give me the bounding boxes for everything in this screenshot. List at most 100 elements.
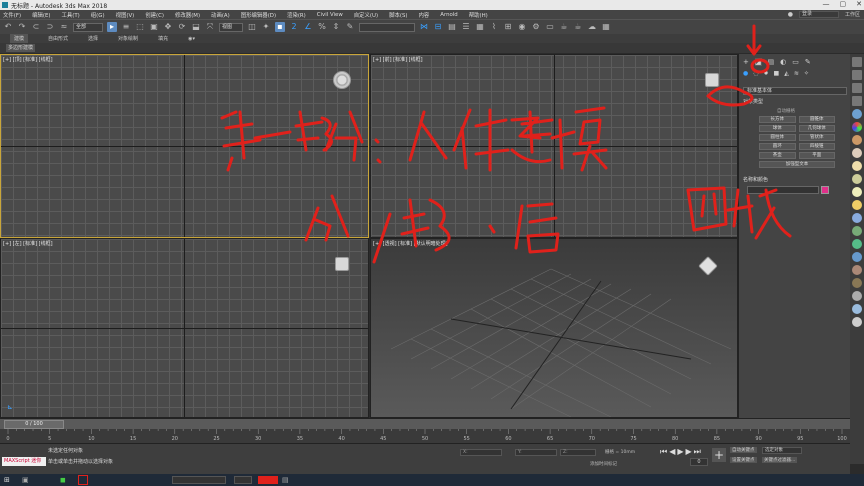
toggle-layer-explorer-icon[interactable]: ☰ <box>461 22 471 32</box>
textplus-button[interactable]: 加强型文本 <box>759 161 835 168</box>
redo-icon[interactable]: ↷ <box>17 22 27 32</box>
pivot-center-icon[interactable]: ◫ <box>247 22 257 32</box>
modify-tab-icon[interactable]: ◪ <box>754 58 762 66</box>
track-bar[interactable]: 0 5 10 15 20 25 30 35 40 45 50 55 60 65 70 75 80 85 90 95 10… <box>0 429 850 443</box>
pen-color-swatch[interactable] <box>258 476 278 484</box>
shapes-icon[interactable]: ◌ <box>753 70 758 77</box>
menu-help[interactable]: 帮助(H) <box>469 11 488 19</box>
shaded-sphere-icon[interactable] <box>852 109 862 119</box>
scale-icon[interactable]: ⬓ <box>191 22 201 32</box>
material-icon[interactable] <box>852 135 862 145</box>
material-icon[interactable] <box>852 239 862 249</box>
rect-selection-icon[interactable]: ⬚ <box>135 22 145 32</box>
tube-button[interactable]: 管状体 <box>798 134 835 141</box>
snap-toggle-icon[interactable]: 2 <box>289 22 299 32</box>
render-iterative-icon[interactable]: ☕ <box>573 22 583 32</box>
taskbar-app-icon[interactable]: ▤ <box>282 476 289 484</box>
undo-icon[interactable]: ↶ <box>3 22 13 32</box>
rotate-icon[interactable]: ⟳ <box>177 22 187 32</box>
close-button[interactable]: ✕ <box>856 0 862 8</box>
box-button[interactable]: 长方体 <box>759 116 796 123</box>
maxscript-listener[interactable]: MAXScript 迷你 <box>2 457 46 466</box>
set-key-button[interactable]: 设置关键点 <box>730 457 757 463</box>
material-icon[interactable] <box>852 161 862 171</box>
rollout-object-type[interactable]: 对象类型 <box>743 98 763 105</box>
menu-animation[interactable]: 动画(A) <box>211 11 230 19</box>
time-slider[interactable]: 0 / 100 <box>0 418 850 429</box>
material-icon[interactable] <box>852 187 862 197</box>
menu-rendering[interactable]: 渲染(R) <box>287 11 306 19</box>
select-by-name-icon[interactable]: ≡ <box>121 22 131 32</box>
teapot-button[interactable]: 茶壶 <box>759 152 796 159</box>
current-frame-field[interactable]: 0 <box>690 458 708 466</box>
menu-views[interactable]: 视图(V) <box>116 11 135 19</box>
material-icon[interactable] <box>852 278 862 288</box>
start-icon[interactable]: ⊞ <box>4 476 10 484</box>
viewport-label-front[interactable]: [+] [前] [标准] [线框] <box>373 56 423 63</box>
dock-icon[interactable] <box>852 83 862 93</box>
cameras-icon[interactable]: ■ <box>774 70 780 77</box>
playback-controls[interactable]: ⏮◀▶▶⏭ <box>660 447 703 457</box>
tab-modeling[interactable]: 建模 <box>10 34 29 43</box>
move-icon[interactable]: ✥ <box>163 22 173 32</box>
unlink-icon[interactable]: ⊃ <box>45 22 55 32</box>
minimize-button[interactable]: — <box>823 0 830 8</box>
systems-icon[interactable]: ✧ <box>804 70 809 77</box>
menu-create[interactable]: 创建(C) <box>145 11 164 19</box>
add-time-tag[interactable]: 添加时间标记 <box>590 461 617 467</box>
time-slider-knob[interactable]: 0 / 100 <box>4 420 64 429</box>
material-icon[interactable] <box>852 226 862 236</box>
viewcube-icon[interactable] <box>335 257 349 271</box>
object-name-field[interactable] <box>747 186 819 194</box>
material-icon[interactable] <box>852 252 862 262</box>
angle-snap-icon[interactable]: ∠ <box>303 22 313 32</box>
ribbon-toggle-icon[interactable]: ◉▾ <box>188 36 195 42</box>
reference-coord-dropdown[interactable]: 视图 <box>219 22 243 32</box>
lights-icon[interactable]: ✹ <box>764 70 769 77</box>
object-color-swatch[interactable] <box>821 186 829 194</box>
material-icon[interactable] <box>852 317 862 327</box>
align-icon[interactable]: ⊟ <box>433 22 443 32</box>
open-explorer-icon[interactable]: ▦ <box>601 22 611 32</box>
cylinder-button[interactable]: 圆柱体 <box>759 134 796 141</box>
create-tab-icon[interactable]: + <box>743 58 749 66</box>
link-icon[interactable]: ⊂ <box>31 22 41 32</box>
torus-button[interactable]: 圆环 <box>759 143 796 150</box>
maximize-button[interactable]: ▢ <box>840 0 847 8</box>
render-setup-icon[interactable]: ⚙ <box>531 22 541 32</box>
tab-selection[interactable]: 选择 <box>88 35 98 42</box>
menu-edit[interactable]: 编辑(E) <box>32 11 50 19</box>
select-object-icon[interactable]: ▸ <box>107 22 117 32</box>
bind-space-warp-icon[interactable]: ≈ <box>59 22 69 32</box>
spacewarps-icon[interactable]: ≋ <box>794 70 799 77</box>
menu-customize[interactable]: 自定义(U) <box>354 11 378 19</box>
dock-icon[interactable] <box>852 96 862 106</box>
tab-populate[interactable]: 填充 <box>158 35 168 42</box>
select-manipulate-icon[interactable]: ✦ <box>261 22 271 32</box>
material-icon[interactable] <box>852 304 862 314</box>
toggle-scene-explorer-icon[interactable]: ▤ <box>447 22 457 32</box>
motion-tab-icon[interactable]: ◐ <box>780 58 786 66</box>
dock-icon[interactable] <box>852 57 862 67</box>
selected-object-dropdown[interactable]: 选定对象 <box>762 447 802 454</box>
cone-button[interactable]: 圆锥体 <box>798 116 835 123</box>
taskbar-app-icon[interactable]: ◼ <box>60 476 66 484</box>
viewcube-icon[interactable] <box>333 71 351 89</box>
x-coord-field[interactable]: X: <box>460 449 502 456</box>
material-icon[interactable] <box>852 200 862 210</box>
menu-tools[interactable]: 工具(T) <box>62 11 80 19</box>
rollout-name-color[interactable]: 名称和颜色 <box>743 176 768 183</box>
render-online-icon[interactable]: ☁ <box>587 22 597 32</box>
geosphere-button[interactable]: 几何球体 <box>798 125 835 132</box>
hierarchy-tab-icon[interactable]: ▤ <box>768 58 775 66</box>
tab-freeform[interactable]: 自由形式 <box>48 35 68 42</box>
rendered-frame-window-icon[interactable]: ▭ <box>545 22 555 32</box>
menu-civil-view[interactable]: Civil View <box>317 12 343 18</box>
keyboard-shortcut-icon[interactable]: ▪ <box>275 22 285 32</box>
viewcube-icon[interactable] <box>705 73 719 87</box>
menu-scripting[interactable]: 脚本(S) <box>389 11 407 19</box>
toggle-ribbon-icon[interactable]: ▦ <box>475 22 485 32</box>
named-selection-dropdown[interactable] <box>359 22 415 32</box>
display-tab-icon[interactable]: ▭ <box>792 58 799 66</box>
menu-file[interactable]: 文件(F) <box>3 11 21 19</box>
